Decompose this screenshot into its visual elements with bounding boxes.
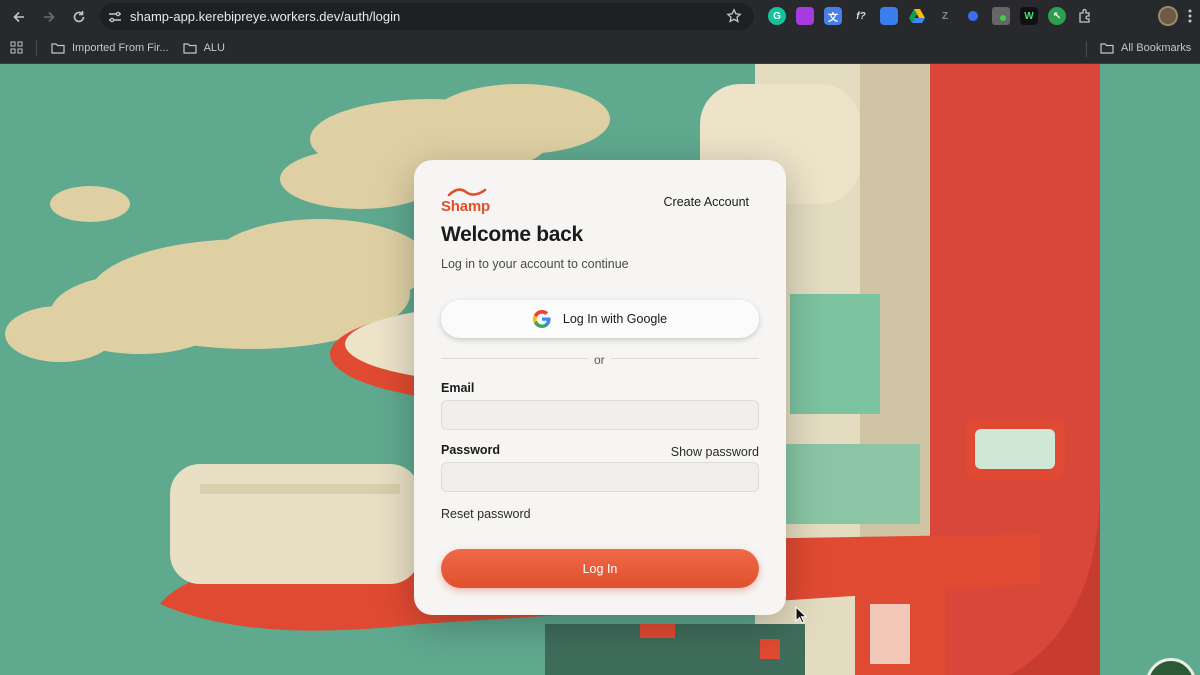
- bookmark-folder-alu[interactable]: ALU: [182, 41, 225, 55]
- folder-icon: [51, 43, 65, 54]
- cursor-ext-icon[interactable]: ↖: [1048, 7, 1066, 25]
- all-bookmarks-label: All Bookmarks: [1121, 42, 1192, 54]
- bookmark-folder-imported[interactable]: Imported From Fir...: [51, 41, 169, 55]
- mouse-cursor-icon: [795, 606, 807, 624]
- extensions-row: G 文 f? Z W ↖: [768, 6, 1094, 26]
- bookmark-separator: [36, 40, 37, 56]
- google-login-button[interactable]: Log In with Google: [441, 300, 759, 338]
- site-info-icon[interactable]: [100, 10, 130, 24]
- login-button[interactable]: Log In: [441, 549, 759, 588]
- profile-area: [1158, 6, 1192, 26]
- reset-password-link[interactable]: Reset password: [441, 507, 531, 521]
- puzzle-icon[interactable]: [796, 7, 814, 25]
- z-icon[interactable]: Z: [936, 7, 954, 25]
- apps-grid-icon[interactable]: [10, 41, 24, 55]
- password-label: Password: [441, 443, 501, 457]
- reload-button[interactable]: [64, 2, 94, 32]
- email-field[interactable]: [441, 400, 759, 430]
- google-button-label: Log In with Google: [562, 312, 668, 326]
- divider-or-text: or: [588, 353, 611, 367]
- all-bookmarks-button[interactable]: All Bookmarks: [1100, 41, 1191, 55]
- translate-icon[interactable]: 文: [824, 7, 842, 25]
- extensions-icon[interactable]: [1076, 7, 1094, 25]
- folder-icon: [1100, 43, 1114, 54]
- login-card: Shamp Create Account Welcome back Log in…: [414, 160, 786, 615]
- forward-arrow-icon: [44, 11, 55, 22]
- page-title: Welcome back: [441, 223, 583, 246]
- bookmark-label: ALU: [203, 42, 225, 54]
- back-arrow-icon: [13, 11, 24, 22]
- menu-icon[interactable]: [1188, 9, 1192, 23]
- reload-icon: [73, 10, 85, 22]
- docs-icon[interactable]: [880, 7, 898, 25]
- address-bar[interactable]: shamp-app.kerebipreye.workers.dev/auth/l…: [100, 3, 754, 30]
- page-viewport: Shamp Create Account Welcome back Log in…: [0, 64, 1200, 675]
- bookmarks-bar: Imported From Fir... ALU All Bookmarks: [0, 33, 1200, 64]
- bookmark-label: Imported From Fir...: [72, 42, 169, 54]
- grammarly-icon[interactable]: G: [768, 7, 786, 25]
- folder-icon: [182, 43, 197, 54]
- w-icon[interactable]: W: [1020, 7, 1038, 25]
- email-label: Email: [441, 381, 475, 395]
- browser-toolbar: shamp-app.kerebipreye.workers.dev/auth/l…: [0, 0, 1200, 33]
- google-icon: [532, 310, 551, 328]
- url-text[interactable]: shamp-app.kerebipreye.workers.dev/auth/l…: [130, 9, 400, 24]
- bookmark-star-icon[interactable]: [726, 8, 742, 29]
- drive-icon[interactable]: [908, 7, 926, 25]
- formula-icon[interactable]: f?: [852, 7, 870, 25]
- show-password-toggle[interactable]: Show password: [671, 445, 759, 459]
- forward-button[interactable]: [34, 2, 64, 32]
- brand-name: Shamp: [441, 198, 491, 215]
- page-subtitle: Log in to your account to continue: [441, 257, 629, 271]
- password-field[interactable]: [441, 462, 759, 492]
- back-button[interactable]: [4, 2, 34, 32]
- profile-avatar[interactable]: [1158, 6, 1178, 26]
- extension-icon[interactable]: [992, 7, 1010, 25]
- dot-icon[interactable]: [964, 7, 982, 25]
- bookmark-separator: [1086, 41, 1087, 57]
- create-account-link[interactable]: Create Account: [664, 195, 749, 209]
